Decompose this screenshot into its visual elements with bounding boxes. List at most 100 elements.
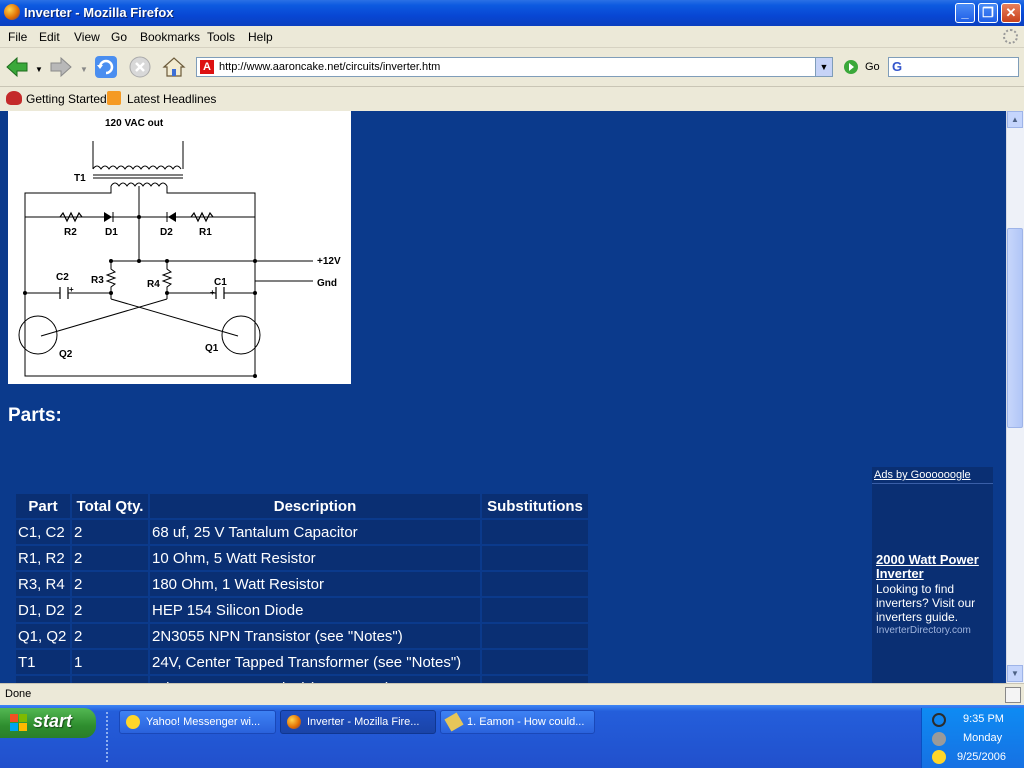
cell-qty: 2 xyxy=(72,624,148,648)
tray-smiley-icon[interactable] xyxy=(932,750,946,764)
window-title: Inverter - Mozilla Firefox xyxy=(24,5,174,20)
scroll-up-icon[interactable]: ▲ xyxy=(1007,111,1023,128)
table-row: R1, R2 2 10 Ohm, 5 Watt Resistor xyxy=(16,546,588,570)
table-row: C1, C2 2 68 uf, 25 V Tantalum Capacitor xyxy=(16,520,588,544)
clock-day: Monday xyxy=(963,732,1003,744)
url-text[interactable]: http://www.aaroncake.net/circuits/invert… xyxy=(219,61,440,73)
cell-part: R1, R2 xyxy=(16,546,70,570)
menu-view[interactable]: View xyxy=(74,30,100,44)
scrollbar-thumb[interactable] xyxy=(1007,228,1023,428)
schem-label-t1: T1 xyxy=(74,173,86,184)
cell-substitutions xyxy=(482,546,588,570)
menu-help[interactable]: Help xyxy=(248,30,273,44)
col-substitutions: Substitutions xyxy=(482,494,588,518)
title-bar[interactable]: Inverter - Mozilla Firefox _ ❐ ✕ xyxy=(0,0,1024,26)
ad-body: Looking to find inverters? Visit our inv… xyxy=(876,582,976,624)
start-button[interactable]: start xyxy=(0,708,96,738)
back-dropdown-icon[interactable]: ▼ xyxy=(35,65,43,74)
parts-heading: Parts: xyxy=(8,405,62,426)
cell-substitutions xyxy=(482,520,588,544)
url-bar[interactable]: A http://www.aaroncake.net/circuits/inve… xyxy=(196,57,833,77)
status-bar: Done xyxy=(0,683,1024,706)
task-yahoo-messenger[interactable]: Yahoo! Messenger wi... xyxy=(119,710,276,734)
bookmarks-toolbar: Getting Started Latest Headlines xyxy=(0,87,1024,112)
schem-label-c2: C2 xyxy=(56,272,69,283)
stop-icon[interactable] xyxy=(128,55,152,79)
cell-qty: 1 xyxy=(72,650,148,674)
cell-part: D1, D2 xyxy=(16,598,70,622)
bookmark-getting-started[interactable]: Getting Started xyxy=(26,92,107,106)
schem-label-d1: D1 xyxy=(105,227,118,238)
yahoo-smiley-icon xyxy=(126,715,140,729)
schem-label-r2: R2 xyxy=(64,227,77,238)
task-label: Yahoo! Messenger wi... xyxy=(146,716,261,728)
minimize-button[interactable]: _ xyxy=(955,3,975,23)
go-button[interactable]: Go xyxy=(865,61,880,73)
tray-app-icon[interactable] xyxy=(932,713,946,727)
firefox-bookmark-icon xyxy=(6,91,22,105)
pencil-icon xyxy=(444,712,464,732)
start-label: start xyxy=(33,711,73,731)
menu-edit[interactable]: Edit xyxy=(39,30,60,44)
cell-qty: 2 xyxy=(72,546,148,570)
schem-label-q2: Q2 xyxy=(59,349,73,360)
cell-description: 180 Ohm, 1 Watt Resistor xyxy=(150,572,480,596)
schem-label-plus12: +12V xyxy=(317,256,341,267)
close-button[interactable]: ✕ xyxy=(1001,3,1021,23)
url-dropdown-icon[interactable]: ▼ xyxy=(815,58,832,76)
ad-url[interactable]: InverterDirectory.com xyxy=(876,625,971,636)
home-icon[interactable] xyxy=(162,55,186,79)
scroll-down-icon[interactable]: ▼ xyxy=(1007,665,1023,682)
parts-table: Part Total Qty. Description Substitution… xyxy=(14,492,590,702)
cell-part: Q1, Q2 xyxy=(16,624,70,648)
forward-icon[interactable] xyxy=(49,55,73,79)
schem-label-d2: D2 xyxy=(160,227,173,238)
task-eamon[interactable]: 1. Eamon - How could... xyxy=(440,710,595,734)
cell-description: 10 Ohm, 5 Watt Resistor xyxy=(150,546,480,570)
table-row: T1 1 24V, Center Tapped Transformer (see… xyxy=(16,650,588,674)
ad-title-link[interactable]: 2000 Watt Power Inverter xyxy=(876,553,991,581)
firefox-icon xyxy=(287,715,301,729)
throbber-icon xyxy=(1003,29,1018,44)
ad-box: Ads by Goooooogle 2000 Watt Power Invert… xyxy=(872,467,993,683)
ad-header-link[interactable]: Ads by Goooooogle xyxy=(874,469,971,481)
menu-go[interactable]: Go xyxy=(111,30,127,44)
schem-label-r3: R3 xyxy=(91,275,104,286)
schem-label-plus-c2: + xyxy=(69,285,74,294)
task-label: 1. Eamon - How could... xyxy=(467,716,585,728)
schem-label-r4: R4 xyxy=(147,279,160,290)
schem-label-gnd: Gnd xyxy=(317,278,337,289)
windows-logo-icon xyxy=(10,714,28,732)
google-search-icon[interactable]: G xyxy=(892,59,906,75)
menu-file[interactable]: File xyxy=(8,30,27,44)
forward-dropdown-icon[interactable]: ▼ xyxy=(80,65,88,74)
tray-messenger-icon[interactable] xyxy=(932,732,946,746)
back-icon[interactable] xyxy=(5,55,29,79)
cell-part: R3, R4 xyxy=(16,572,70,596)
clock-time[interactable]: 9:35 PM xyxy=(963,713,1004,725)
rss-icon xyxy=(107,91,121,105)
schem-label-c1: C1 xyxy=(214,277,227,288)
menu-bar: File Edit View Go Bookmarks Tools Help xyxy=(0,26,1024,48)
table-header-row: Part Total Qty. Description Substitution… xyxy=(16,494,588,518)
task-firefox-inverter[interactable]: Inverter - Mozilla Fire... xyxy=(280,710,436,734)
table-row: Q1, Q2 2 2N3055 NPN Transistor (see "Not… xyxy=(16,624,588,648)
maximize-button[interactable]: ❐ xyxy=(978,3,998,23)
cell-qty: 2 xyxy=(72,520,148,544)
cell-description: 68 uf, 25 V Tantalum Capacitor xyxy=(150,520,480,544)
menu-bookmarks[interactable]: Bookmarks xyxy=(140,30,200,44)
bookmark-latest-headlines[interactable]: Latest Headlines xyxy=(127,92,216,106)
col-part: Part xyxy=(16,494,70,518)
menu-tools[interactable]: Tools xyxy=(207,30,235,44)
task-label: Inverter - Mozilla Fire... xyxy=(307,716,420,728)
reload-icon[interactable] xyxy=(94,55,118,79)
schem-label-q1: Q1 xyxy=(205,343,219,354)
go-icon[interactable] xyxy=(843,59,859,75)
status-panel-icon xyxy=(1005,687,1021,703)
cell-description: HEP 154 Silicon Diode xyxy=(150,598,480,622)
search-input[interactable]: G xyxy=(888,57,1019,77)
cell-part: T1 xyxy=(16,650,70,674)
clock-date: 9/25/2006 xyxy=(957,751,1006,763)
table-row: R3, R4 2 180 Ohm, 1 Watt Resistor xyxy=(16,572,588,596)
cell-part: C1, C2 xyxy=(16,520,70,544)
